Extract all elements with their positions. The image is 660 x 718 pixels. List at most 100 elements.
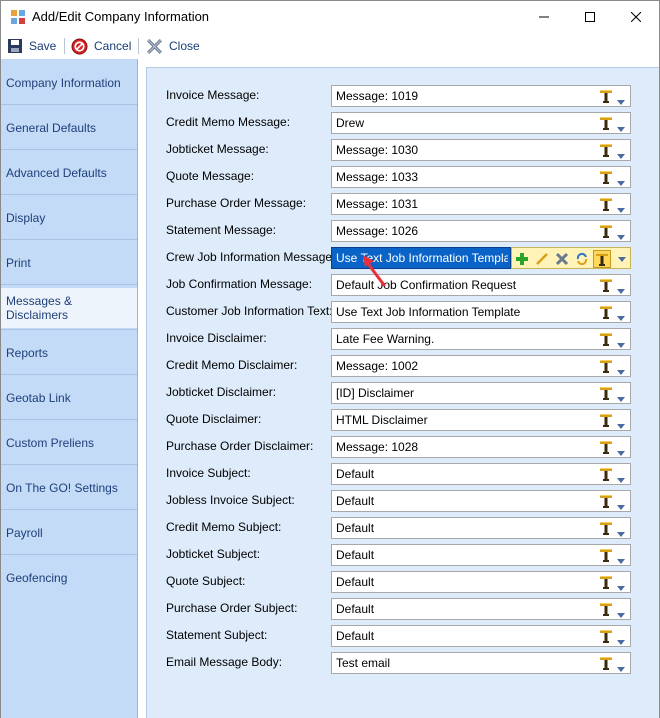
sidebar-item-label: On The GO! Settings [6,481,118,495]
dropdown-arrow[interactable] [617,175,625,186]
lamp-button[interactable] [598,628,614,644]
field-value: Default [336,494,375,508]
field-combo[interactable]: Message: 1030 [331,139,631,161]
lamp-button[interactable] [598,88,614,104]
dropdown-arrow[interactable] [617,580,625,591]
sidebar-separator [1,464,137,465]
field-combo[interactable]: Message: 1026 [331,220,631,242]
lamp-button[interactable] [598,412,614,428]
field-combo[interactable]: [ID] Disclaimer [331,382,631,404]
lamp-button[interactable] [598,655,614,671]
dropdown-button[interactable] [613,250,631,268]
sidebar-item-company-information[interactable]: Company Information [1,63,137,103]
sidebar-item-payroll[interactable]: Payroll [1,513,137,553]
chevron-down-icon [617,559,625,564]
dropdown-arrow[interactable] [617,553,625,564]
sidebar-item-reports[interactable]: Reports [1,333,137,373]
lamp-button[interactable] [598,493,614,509]
save-button[interactable]: Save [7,36,56,56]
minimize-button[interactable] [521,1,567,33]
dropdown-arrow[interactable] [617,229,625,240]
lamp-button[interactable] [598,331,614,347]
sidebar-item-custom-preliens[interactable]: Custom Preliens [1,423,137,463]
sidebar-item-print[interactable]: Print [1,243,137,283]
dropdown-arrow[interactable] [617,445,625,456]
lamp-button[interactable] [598,277,614,293]
lamp-button[interactable] [598,142,614,158]
toolbar-separator [64,38,65,54]
field-label: Statement Subject: [166,628,268,642]
dropdown-arrow[interactable] [617,148,625,159]
add-button[interactable] [513,250,531,268]
sidebar-item-general-defaults[interactable]: General Defaults [1,108,137,148]
dropdown-arrow[interactable] [617,364,625,375]
lamp-button[interactable] [598,439,614,455]
field-row: Quote Message: Message: 1033 [147,166,660,188]
sidebar-item-geofencing[interactable]: Geofencing [1,558,137,598]
sidebar-item-display[interactable]: Display [1,198,137,238]
delete-button[interactable] [553,250,571,268]
dropdown-arrow[interactable] [617,472,625,483]
dropdown-arrow[interactable] [617,202,625,213]
dropdown-arrow[interactable] [617,607,625,618]
sidebar-item-messages-disclaimers[interactable]: Messages & Disclaimers [1,288,137,328]
edit-button[interactable] [533,250,551,268]
sidebar-item-advanced-defaults[interactable]: Advanced Defaults [1,153,137,193]
lamp-button[interactable] [598,115,614,131]
close-button[interactable]: Close [146,36,200,56]
field-combo-active[interactable]: Use Text Job Information Templat [331,247,511,269]
sidebar-item-on-the-go-settings[interactable]: On The GO! Settings [1,468,137,508]
field-combo[interactable]: Late Fee Warning. [331,328,631,350]
field-label: Purchase Order Disclaimer: [166,439,314,453]
field-combo[interactable]: Message: 1019 [331,85,631,107]
field-combo[interactable]: Message: 1028 [331,436,631,458]
lamp-button[interactable] [598,466,614,482]
field-combo[interactable]: Use Text Job Information Template [331,301,631,323]
field-combo[interactable]: Default [331,598,631,620]
sidebar-item-geotab-link[interactable]: Geotab Link [1,378,137,418]
lamp-button[interactable] [598,547,614,563]
field-combo[interactable]: Default [331,571,631,593]
field-label: Job Confirmation Message: [166,277,313,291]
dropdown-arrow[interactable] [617,418,625,429]
dropdown-arrow[interactable] [617,283,625,294]
dropdown-arrow[interactable] [617,94,625,105]
field-combo[interactable]: HTML Disclaimer [331,409,631,431]
lamp-button[interactable] [598,358,614,374]
field-combo[interactable]: Default [331,517,631,539]
dropdown-arrow[interactable] [617,337,625,348]
lamp-button[interactable] [598,304,614,320]
lamp-button[interactable] [598,601,614,617]
dropdown-arrow[interactable] [617,310,625,321]
dropdown-arrow[interactable] [617,526,625,537]
lamp-button[interactable] [593,250,611,268]
field-combo[interactable]: Message: 1033 [331,166,631,188]
field-combo[interactable]: Message: 1002 [331,355,631,377]
field-combo[interactable]: Test email [331,652,631,674]
refresh-button[interactable] [573,250,591,268]
close-window-button[interactable] [613,1,659,33]
maximize-button[interactable] [567,1,613,33]
field-combo[interactable]: Default [331,625,631,647]
dropdown-arrow[interactable] [617,634,625,645]
dropdown-arrow[interactable] [617,391,625,402]
cancel-button[interactable]: Cancel [71,36,131,56]
field-label: Jobticket Disclaimer: [166,385,277,399]
lamp-button[interactable] [598,385,614,401]
field-combo[interactable]: Drew [331,112,631,134]
dropdown-arrow[interactable] [617,121,625,132]
field-row: Statement Message: Message: 1026 [147,220,660,242]
field-combo[interactable]: Message: 1031 [331,193,631,215]
lamp-button[interactable] [598,520,614,536]
dropdown-arrow[interactable] [617,499,625,510]
field-combo[interactable]: Default [331,544,631,566]
field-combo[interactable]: Default [331,490,631,512]
lamp-button[interactable] [598,223,614,239]
lamp-icon [600,279,612,292]
lamp-button[interactable] [598,196,614,212]
field-combo[interactable]: Default [331,463,631,485]
dropdown-arrow[interactable] [617,661,625,672]
field-row: Crew Job Information Message: Use Text Jo… [147,247,660,269]
lamp-button[interactable] [598,574,614,590]
lamp-button[interactable] [598,169,614,185]
